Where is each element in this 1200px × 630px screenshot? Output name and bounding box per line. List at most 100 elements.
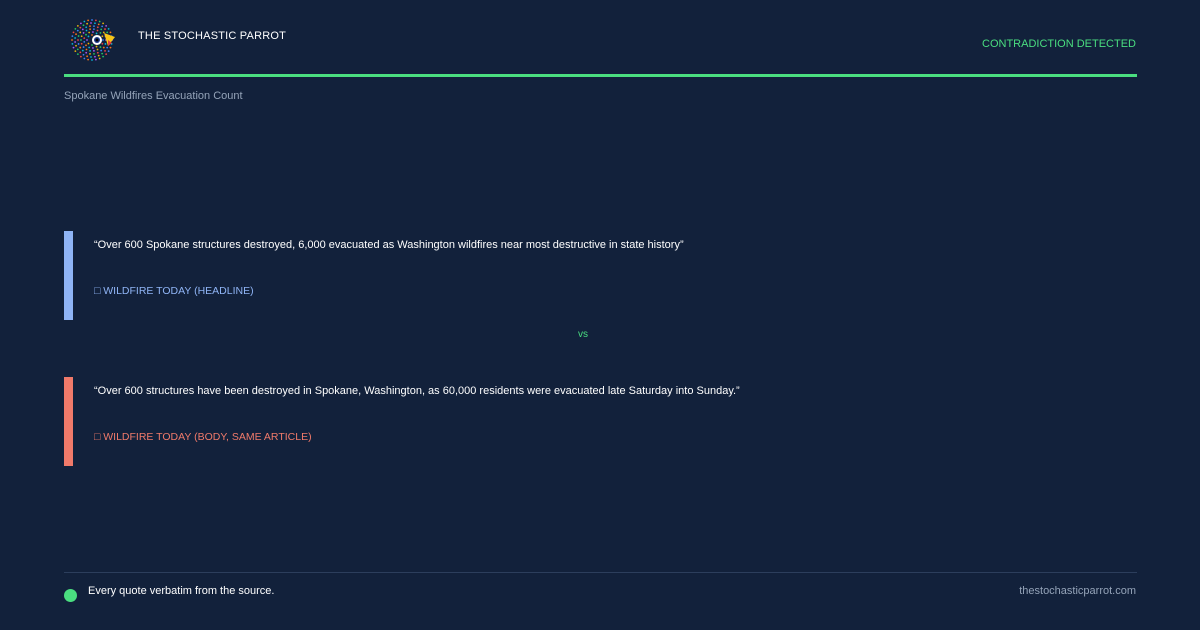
logo-dot [79,51,82,54]
logo-dot [71,43,74,45]
logo-dot [77,39,79,41]
logo-dot [86,39,88,41]
footer-divider [64,572,1137,573]
logo-dot [90,56,92,58]
logo-dot [83,41,86,43]
logo-dot [93,52,95,55]
logo-dot [74,37,77,39]
logo-dot [102,55,105,58]
logo-dot [79,31,82,34]
logo-dot [77,35,80,37]
logo-dot [82,53,85,56]
logo-dot [88,31,91,34]
logo-dot [82,46,85,48]
logo-dot [85,51,88,54]
logo-dot [75,33,77,36]
logo-dot [99,32,102,34]
footer-note: Every quote verbatim from the source. [88,585,275,597]
claim-quote: “Over 600 structures have been destroyed… [94,385,740,397]
logo-dot [82,32,85,34]
logo-dot [80,42,83,45]
logo-dot [104,50,106,52]
logo-dot [74,41,77,43]
brand-name: THE STOCHASTIC PARROT [138,30,287,42]
claim-accent-bar [64,377,73,466]
versus-label: vs [578,329,588,340]
logo-dot [72,46,75,49]
logo-dot [85,33,87,36]
logo-dot [94,22,96,25]
logo-dot [82,24,85,27]
logo-dot [96,26,99,29]
logo-dot [96,51,99,54]
source-icon: □ [94,285,101,297]
logo-dot [104,28,106,30]
claim-source: □ WILDFIRE TODAY (HEADLINE) [94,285,254,297]
logo-dot [97,23,100,26]
logo-dot [104,43,107,45]
logo-dot [81,28,84,31]
logo-dot [89,49,91,52]
logo-dot [101,35,104,38]
contradiction-status-label: CONTRADICTION DETECTED [982,38,1136,50]
logo-dot [98,57,101,60]
logo-dot [71,35,74,37]
claim-accent-bar [64,231,73,320]
logo-dot [97,54,100,57]
logo-dot [101,25,104,28]
logo-dot [76,53,79,56]
logo-dot [87,42,90,45]
logo-dot [95,32,98,35]
logo-dot [89,52,91,55]
logo-dot [77,43,80,45]
logo-dot [75,44,77,47]
logo-dot [105,24,108,27]
logo-dot [101,42,104,45]
logo-dot [109,31,112,34]
logo-dot [85,48,88,51]
logo-dot [102,39,104,41]
logo-dot [91,34,93,36]
logo-dot [72,31,75,34]
logo-dot [99,46,102,48]
footer-site-link[interactable]: thestochasticparrot.com [1019,585,1136,597]
logo-dot [74,27,77,30]
logo-dot [93,49,95,52]
logo-dot [85,44,87,47]
logo-dot [106,46,109,49]
logo-dot [107,27,110,30]
logo-dot [79,46,82,49]
logo-dot [76,48,79,51]
logo-dot [107,50,110,53]
logo-dot [76,24,79,27]
claim-card-body: “Over 600 structures have been destroyed… [64,377,1137,466]
logo-dot [95,19,97,22]
logo-dot [88,46,91,49]
logo-dot [102,46,105,49]
logo-dot [109,46,112,49]
logo-dot [91,44,93,46]
claim-source-label: WILDFIRE TODAY (BODY, SAME ARTICLE) [103,431,312,443]
logo-dot [91,19,93,21]
logo-dot [106,31,109,34]
logo-dot [86,22,89,25]
logo-dot [79,26,82,29]
logo-dot [102,31,105,34]
logo-dot [95,45,98,48]
logo-dot [79,55,82,58]
header-divider [64,74,1137,77]
claim-card-headline: “Over 600 Spokane structures destroyed, … [64,231,1137,320]
claim-source: □ WILDFIRE TODAY (BODY, SAME ARTICLE) [94,431,312,443]
logo-dot [100,49,103,52]
logo-dot [87,58,89,61]
logo-dot [100,28,103,31]
logo-dot [96,29,99,32]
logo-dot [83,20,86,23]
logo-dot [98,20,101,23]
logo-dot [92,31,94,33]
logo-dot [93,25,95,28]
logo-dot [101,52,104,55]
claim-quote: “Over 600 Spokane structures destroyed, … [94,239,684,251]
logo-dot [90,22,92,24]
parrot-logo [70,16,118,64]
